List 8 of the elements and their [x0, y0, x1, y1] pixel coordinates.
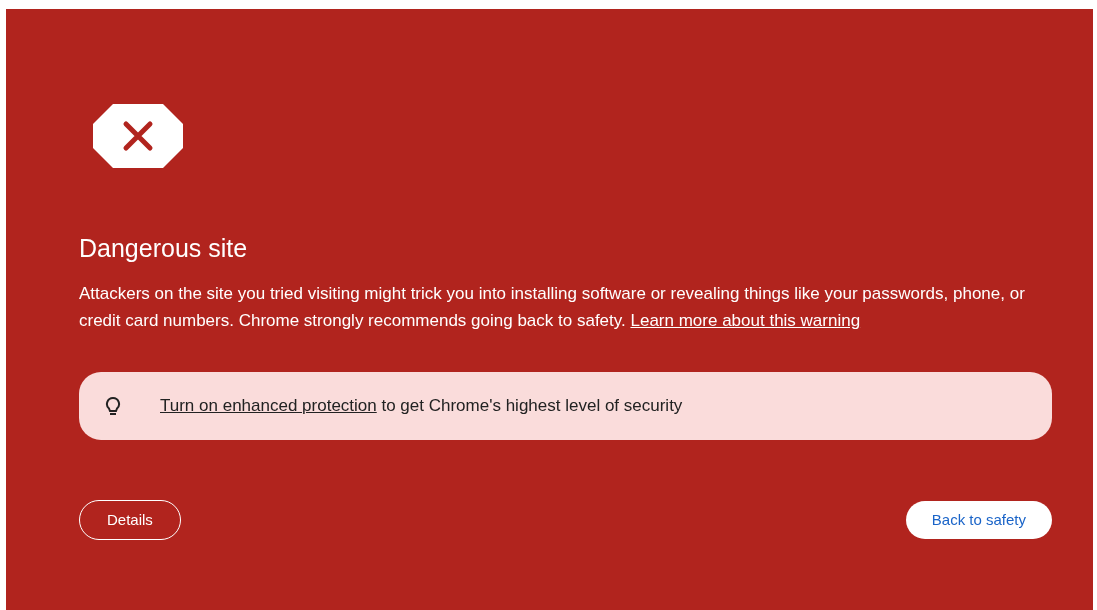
enhanced-protection-link[interactable]: Turn on enhanced protection	[160, 396, 377, 416]
back-to-safety-button[interactable]: Back to safety	[905, 501, 1052, 539]
danger-icon	[93, 104, 183, 168]
lightbulb-icon	[105, 396, 121, 416]
banner-message: Turn on enhanced protection to get Chrome's highest level of security	[160, 395, 683, 418]
warning-message: Attackers on the site you tried visiting might trick you into installing software or revealing things like your passwords, phone, or credit card numbers. Chrome strongly recommends going back to safety. Learn more about this warning	[79, 283, 1026, 332]
page-title: Dangerous site	[79, 233, 249, 264]
learn-more-link[interactable]: Learn more about this warning	[630, 311, 861, 330]
